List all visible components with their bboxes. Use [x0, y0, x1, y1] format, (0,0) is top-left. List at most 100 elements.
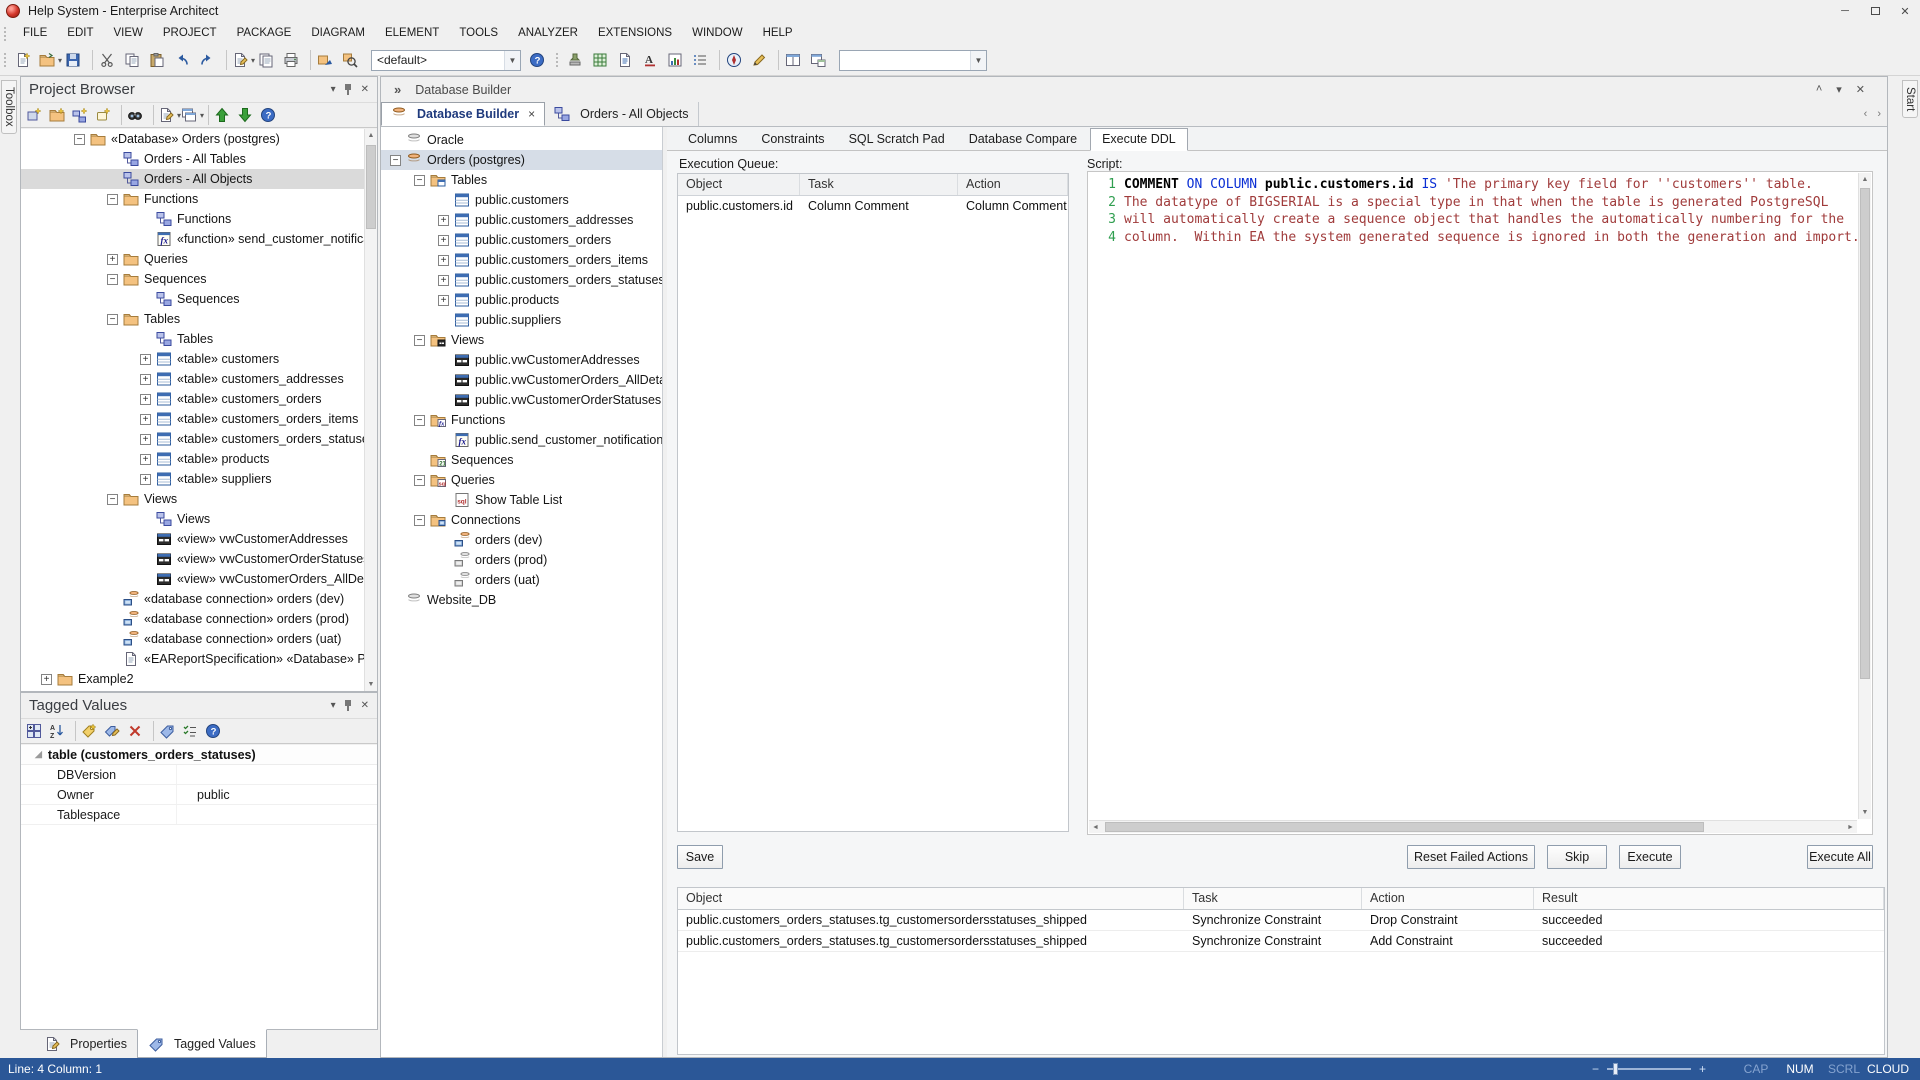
navigate-button[interactable] — [724, 48, 749, 72]
save-button[interactable]: Save — [677, 845, 723, 869]
duplicate-button[interactable] — [256, 48, 281, 72]
new-window-button[interactable] — [808, 48, 833, 72]
help-button[interactable]: ? — [259, 104, 282, 126]
menu-file[interactable]: FILE — [13, 22, 57, 45]
expand-chevrons-icon[interactable]: » — [394, 82, 401, 97]
panel-menu-icon[interactable]: ▾ — [331, 84, 336, 95]
panel-expand-icon[interactable]: ˄ — [1816, 83, 1822, 96]
tree-item[interactable]: .5 4v8.2c0 1.2 2.5 2 5.5 2s5.5-.8 5.5-2V… — [21, 589, 377, 609]
collapse-icon[interactable]: − — [107, 194, 118, 205]
scroll-down-icon[interactable]: ▼ — [1859, 806, 1871, 819]
pin-icon[interactable] — [344, 700, 353, 711]
collapse-icon[interactable]: − — [107, 274, 118, 285]
tree-item[interactable]: −Views — [21, 489, 377, 509]
results-row[interactable]: public.customers_orders_statuses.tg_cust… — [678, 931, 1884, 952]
collapse-icon[interactable]: − — [390, 155, 401, 166]
expand-icon[interactable]: + — [438, 275, 449, 286]
new-package-button[interactable] — [48, 104, 71, 126]
tree-item[interactable]: Tables — [21, 329, 377, 349]
tab-constraints[interactable]: Constraints — [750, 129, 835, 150]
move-up-button[interactable] — [213, 104, 236, 126]
split-view-button[interactable] — [783, 48, 808, 72]
menu-view[interactable]: VIEW — [104, 22, 153, 45]
help-button[interactable]: ? — [527, 48, 552, 72]
expand-icon[interactable]: + — [107, 254, 118, 265]
menu-diagram[interactable]: DIAGRAM — [301, 22, 375, 45]
collapse-icon[interactable]: − — [414, 415, 425, 426]
text-style-button[interactable]: A — [640, 48, 665, 72]
collapse-icon[interactable]: − — [414, 175, 425, 186]
queue-row[interactable]: public.customers.idColumn CommentColumn … — [678, 196, 1068, 216]
close-tab-icon[interactable]: × — [528, 107, 535, 121]
reset-failed-actions-button[interactable]: Reset Failed Actions — [1407, 845, 1535, 869]
collapse-icon[interactable]: − — [107, 314, 118, 325]
panel-menu-icon[interactable]: ▾ — [331, 700, 336, 711]
minimize-button[interactable]: ─ — [1830, 0, 1860, 22]
tree-item[interactable]: .5 4v8.2c0 1.2 2.5 2 5.5 2s5.5-.8 5.5-2V… — [381, 590, 662, 610]
stamp-button[interactable] — [565, 48, 590, 72]
edit-document-button[interactable]: ▾ — [231, 48, 256, 72]
zoom-track[interactable] — [1607, 1068, 1691, 1070]
find-in-browser-button[interactable] — [126, 104, 149, 126]
scroll-up-icon[interactable]: ▲ — [365, 129, 377, 142]
collapse-icon[interactable]: − — [107, 494, 118, 505]
script-editor[interactable]: 1COMMENT ON COLUMN public.customers.id I… — [1087, 171, 1873, 835]
tree-item[interactable]: Orders - All Tables — [21, 149, 377, 169]
start-side-tab[interactable]: Start — [1902, 80, 1918, 118]
tree-item[interactable]: public.vwCustomerOrderStatuses — [381, 390, 662, 410]
menu-window[interactable]: WINDOW — [682, 22, 752, 45]
copy-button[interactable] — [122, 48, 147, 72]
tree-item[interactable]: «view» vwCustomerAddresses — [21, 529, 377, 549]
menu-extensions[interactable]: EXTENSIONS — [588, 22, 682, 45]
tree-item[interactable]: +«table» customers_orders_statuses — [21, 429, 377, 449]
expand-icon[interactable]: + — [438, 255, 449, 266]
tree-item[interactable]: +public.customers_orders — [381, 230, 662, 250]
toolbox-side-tab[interactable]: Toolbox — [1, 80, 17, 134]
tree-item[interactable]: Functions — [21, 209, 377, 229]
tree-item[interactable]: +«table» customers_addresses — [21, 369, 377, 389]
scrollbar-thumb[interactable] — [1105, 822, 1704, 832]
tree-item[interactable]: Orders - All Objects — [21, 169, 377, 189]
tree-item[interactable]: .5 4v8.2c0 1.2 2.5 2 5.5 2s5.5-.8 5.5-2V… — [381, 530, 662, 550]
tree-item[interactable]: +public.customers_addresses — [381, 210, 662, 230]
paste-button[interactable] — [147, 48, 172, 72]
edit-tag-button[interactable] — [103, 720, 126, 742]
categorized-button[interactable] — [25, 720, 48, 742]
tree-item[interactable]: +public.customers_orders_items — [381, 250, 662, 270]
tagged-value-row[interactable]: DBVersion — [21, 765, 377, 785]
tree-item[interactable]: +«table» products — [21, 449, 377, 469]
queue-column-header[interactable]: Action — [958, 174, 1068, 195]
save-button[interactable] — [63, 48, 88, 72]
open-project-button[interactable]: ▾ — [38, 48, 63, 72]
scroll-up-icon[interactable]: ▲ — [1859, 173, 1871, 186]
tree-item[interactable]: +«table» customers_orders_items — [21, 409, 377, 429]
queue-column-header[interactable]: Task — [800, 174, 958, 195]
sort-az-button[interactable]: AZ — [48, 720, 71, 742]
redo-button[interactable] — [197, 48, 222, 72]
dropdown-arrow-icon[interactable]: ▾ — [200, 111, 204, 120]
tagged-value-row[interactable]: Ownerpublic — [21, 785, 377, 805]
tree-item[interactable]: «EAReportSpecification» «Database» Postg… — [21, 649, 377, 669]
execute-all-button[interactable]: Execute All — [1807, 845, 1873, 869]
search-combobox[interactable]: ▼ — [839, 50, 987, 71]
toolbar-drag-handle[interactable] — [556, 53, 561, 67]
menu-analyzer[interactable]: ANALYZER — [508, 22, 588, 45]
tab-scroll-left-icon[interactable]: ‹ — [1864, 108, 1868, 120]
undo-button[interactable] — [172, 48, 197, 72]
dropdown-arrow-icon[interactable]: ▾ — [58, 56, 62, 65]
expand-icon[interactable]: + — [438, 295, 449, 306]
tree-item[interactable]: −.5 4v8.2c0 1.2 2.5 2 5.5 2s5.5-.8 5.5-2… — [381, 150, 662, 170]
tree-item[interactable]: +public.customers_orders_statuses — [381, 270, 662, 290]
tree-item[interactable]: Sequences — [21, 289, 377, 309]
collapse-triangle-icon[interactable]: ◢ — [35, 749, 42, 760]
panel-close-icon[interactable]: ✕ — [361, 700, 369, 711]
tree-item[interactable]: .5 4v8.2c0 1.2 2.5 2 5.5 2s5.5-.8 5.5-2V… — [381, 130, 662, 150]
collapse-icon[interactable]: − — [414, 335, 425, 346]
tree-item[interactable]: «view» vwCustomerOrderStatuses — [21, 549, 377, 569]
tagged-value-row[interactable]: Tablespace — [21, 805, 377, 825]
tree-item[interactable]: public.vwCustomerOrders_AllDetails — [381, 370, 662, 390]
dropdown-arrow-icon[interactable]: ▾ — [251, 56, 255, 65]
tab-sql-scratch-pad[interactable]: SQL Scratch Pad — [838, 129, 956, 150]
pen-button[interactable] — [749, 48, 774, 72]
tree-item[interactable]: fxpublic.send_customer_notification — [381, 430, 662, 450]
